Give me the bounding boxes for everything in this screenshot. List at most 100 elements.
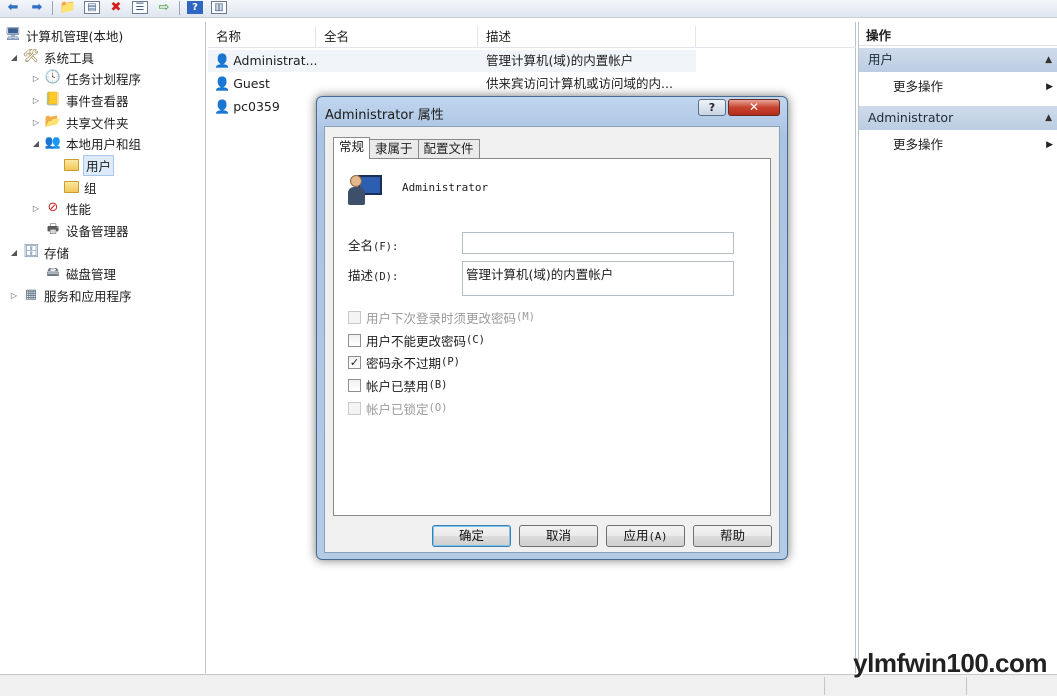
performance-icon: ⊘: [47, 200, 59, 215]
apply-label: 应用: [623, 528, 649, 543]
checkbox-cannot-change-password[interactable]: 用户不能更改密码 (C): [348, 331, 485, 349]
tab-general[interactable]: 常规: [333, 137, 371, 159]
description-label: 描述(D):: [348, 265, 398, 284]
checkbox-account-locked[interactable]: 帐户已锁定 (O): [348, 399, 447, 417]
help-icon[interactable]: ?: [184, 0, 206, 15]
tab-member-of[interactable]: 隶属于: [369, 139, 419, 159]
submenu-arrow-icon: ▶: [1046, 140, 1053, 150]
up-folder-icon[interactable]: 📁: [57, 0, 79, 15]
tree-item-services-apps[interactable]: ▷ ▦ 服务和应用程序: [8, 285, 132, 305]
status-divider: [824, 677, 825, 695]
tree-item-label: 磁盘管理: [66, 266, 117, 282]
checkbox-box[interactable]: [348, 401, 361, 415]
tree-item-label: 存储: [44, 245, 70, 261]
column-header-fullname[interactable]: 全名: [316, 26, 478, 48]
disk-icon: 🖴: [46, 265, 60, 280]
description-label-text: 描述: [348, 268, 374, 283]
apply-accelerator: (A): [648, 531, 668, 543]
checkbox-box[interactable]: [348, 378, 361, 392]
tree-item-shared-folders[interactable]: ▷ 📂 共享文件夹: [30, 112, 129, 132]
tree-item-label: 服务和应用程序: [44, 288, 132, 304]
expand-icon[interactable]: ▷: [30, 96, 42, 105]
tree-item-local-users-groups[interactable]: ◢ 👥 本地用户和组: [30, 133, 141, 153]
toggle-pane-icon[interactable]: ▥: [208, 0, 230, 15]
export-icon[interactable]: ⇨: [153, 0, 175, 15]
tree-item-task-scheduler[interactable]: ▷ 🕓 任务计划程序: [30, 68, 141, 88]
tree-item-storage[interactable]: ◢ 🗄 存储: [8, 242, 69, 262]
tree-item-label: 本地用户和组: [66, 136, 142, 152]
user-icon: 👤: [214, 77, 231, 92]
expand-icon[interactable]: ▷: [30, 118, 42, 127]
tree-item-device-manager[interactable]: 🖶 设备管理器: [44, 220, 129, 240]
tree-item-label: 共享文件夹: [66, 115, 129, 131]
tree-item-label: 计算机管理(本地): [26, 28, 124, 44]
action-group-users[interactable]: 用户 ▲: [859, 48, 1057, 72]
show-hide-tree-icon[interactable]: ▤: [81, 0, 103, 15]
checkbox-account-disabled[interactable]: 帐户已禁用 (B): [348, 376, 447, 394]
apply-button[interactable]: 应用(A): [606, 525, 685, 547]
tree-item-root[interactable]: 🖥 计算机管理(本地): [4, 25, 124, 45]
general-tab-panel: Administrator 全名(F): 描述(D): 管理计算机(域)的内置帐…: [333, 158, 771, 516]
dialog-close-button[interactable]: ✕: [728, 99, 780, 116]
table-row[interactable]: 👤 Administrat... 管理计算机(域)的内置帐户: [208, 50, 696, 72]
clock-icon: 🕓: [44, 70, 62, 85]
properties-dialog: Administrator 属性 ? ✕ 常规 隶属于 配置文件 Adminis…: [316, 96, 788, 560]
properties-icon[interactable]: ☰: [129, 0, 151, 15]
checkbox-accelerator: (P): [441, 356, 460, 368]
collapse-icon[interactable]: ◢: [8, 248, 20, 257]
checkbox-accelerator: (B): [428, 379, 448, 391]
more-actions-label: 更多操作: [893, 79, 944, 94]
cell-description: 供来宾访问计算机或访问域的内...: [486, 76, 673, 91]
tree-item-event-viewer[interactable]: ▷ 📒 事件查看器: [30, 90, 129, 110]
cell-name: 👤 pc0359: [214, 96, 322, 118]
expand-icon[interactable]: ▷: [30, 74, 42, 83]
tree-item-disk-management[interactable]: 🖴 磁盘管理: [44, 263, 116, 283]
divider: [348, 215, 734, 216]
fullname-field[interactable]: [462, 232, 734, 254]
more-actions-label: 更多操作: [893, 137, 944, 152]
console-tree: 🖥 计算机管理(本地) ◢ 🛠 系统工具 ▷ 🕓 任务计划程序 ▷ 📒 事件查看…: [0, 22, 206, 673]
description-field[interactable]: 管理计算机(域)的内置帐户: [462, 261, 734, 296]
tree-item-groups[interactable]: 组: [62, 177, 97, 197]
checkbox-label: 帐户已锁定: [366, 401, 429, 417]
column-header-description[interactable]: 描述: [478, 26, 696, 48]
expand-icon[interactable]: ▷: [30, 204, 42, 213]
tree-item-label: 性能: [66, 201, 92, 217]
computer-management-icon: 🖥: [4, 27, 22, 42]
dialog-help-button[interactable]: ?: [698, 99, 726, 116]
device-manager-icon: 🖶: [46, 222, 60, 237]
more-actions-link[interactable]: 更多操作 ▶: [859, 134, 1057, 156]
collapse-icon[interactable]: ◢: [8, 53, 20, 62]
tree-item-label: 任务计划程序: [66, 71, 142, 87]
cancel-button[interactable]: 取消: [519, 525, 598, 547]
collapse-icon[interactable]: ◢: [30, 139, 42, 148]
more-actions-link[interactable]: 更多操作 ▶: [859, 76, 1057, 98]
action-group-administrator[interactable]: Administrator ▲: [859, 106, 1057, 130]
event-log-icon: 📒: [44, 92, 62, 107]
collapse-up-icon[interactable]: ▲: [1045, 106, 1052, 130]
checkbox-box-checked[interactable]: ✓: [348, 355, 361, 369]
forward-icon[interactable]: ➡: [26, 0, 48, 15]
checkbox-must-change-password[interactable]: 用户下次登录时须更改密码 (M): [348, 308, 535, 326]
checkbox-box[interactable]: [348, 310, 361, 324]
action-group-label: Administrator: [868, 110, 954, 125]
back-icon[interactable]: ⬅: [2, 0, 24, 15]
tab-profile[interactable]: 配置文件: [417, 139, 480, 159]
dialog-title: Administrator 属性: [325, 108, 444, 123]
folder-icon: [62, 179, 80, 195]
checkbox-password-never-expires[interactable]: ✓ 密码永不过期 (P): [348, 353, 460, 371]
table-row[interactable]: 👤 Guest 供来宾访问计算机或访问域的内...: [208, 73, 696, 95]
checkbox-box[interactable]: [348, 333, 361, 347]
expand-icon[interactable]: ▷: [8, 291, 20, 300]
shared-folder-icon: 📂: [44, 114, 62, 129]
ok-button[interactable]: 确定: [432, 525, 511, 547]
cell-description: 管理计算机(域)的内置帐户: [486, 53, 634, 68]
delete-icon[interactable]: ✖: [105, 0, 127, 15]
help-button[interactable]: 帮助: [693, 525, 772, 547]
collapse-up-icon[interactable]: ▲: [1045, 48, 1052, 72]
column-header-name[interactable]: 名称: [208, 26, 316, 48]
tree-item-performance[interactable]: ▷ ⊘ 性能: [30, 198, 91, 218]
tree-item-users[interactable]: 用户: [62, 154, 115, 176]
user-name: Guest: [233, 76, 270, 91]
tree-item-system-tools[interactable]: ◢ 🛠 系统工具: [8, 47, 94, 67]
